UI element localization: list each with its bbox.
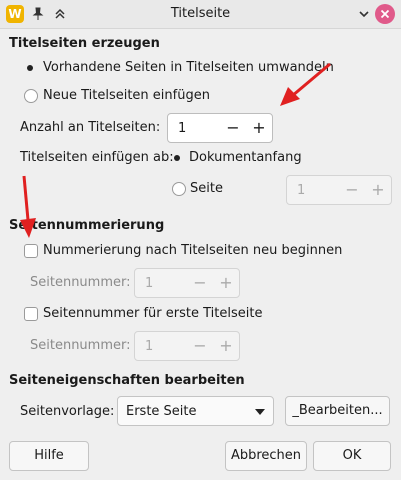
close-button[interactable]: [375, 4, 395, 24]
decrement-button[interactable]: −: [190, 336, 210, 356]
page-number-label-2: Seitennummer:: [30, 338, 131, 353]
title-bar: W Titelseite: [0, 0, 401, 29]
restart-numbering-label[interactable]: Nummerierung nach Titelseiten neu beginn…: [43, 243, 342, 258]
page-number-spinner-1[interactable]: 1 − +: [134, 268, 240, 298]
chevron-down-icon[interactable]: [356, 6, 372, 22]
decrement-button[interactable]: −: [223, 118, 243, 138]
page-number-value-1[interactable]: 1: [145, 276, 153, 291]
restart-numbering-checkbox[interactable]: [24, 244, 38, 258]
radio-insert-pages[interactable]: [24, 89, 38, 103]
edit-button[interactable]: _Bearbeiten...: [285, 396, 390, 426]
annotation-arrow-icon: [280, 62, 331, 106]
radio-page[interactable]: [172, 182, 186, 196]
radio-page-label[interactable]: Seite: [190, 181, 223, 196]
window-title: Titelseite: [170, 6, 231, 21]
page-number-value-2[interactable]: 1: [145, 339, 153, 354]
cancel-button[interactable]: Abbrechen: [225, 441, 307, 471]
first-title-page-number-checkbox[interactable]: [24, 307, 38, 321]
page-number-label-1: Seitennummer:: [30, 275, 131, 290]
insert-page-spinner[interactable]: 1 − +: [286, 175, 392, 205]
title-page-count-value[interactable]: 1: [178, 121, 186, 136]
insert-page-value[interactable]: 1: [297, 183, 305, 198]
increment-button[interactable]: +: [249, 118, 269, 138]
page-style-value[interactable]: Erste Seite: [126, 404, 197, 419]
section-create-title: Titelseiten erzeugen: [9, 36, 160, 51]
increment-button[interactable]: +: [216, 336, 236, 356]
increment-button[interactable]: +: [216, 273, 236, 293]
increment-button[interactable]: +: [368, 180, 388, 200]
radio-convert-pages[interactable]: [24, 62, 38, 76]
decrement-button[interactable]: −: [190, 273, 210, 293]
help-button[interactable]: Hilfe: [9, 441, 89, 471]
insert-at-label: Titelseiten einfügen ab:: [20, 150, 174, 165]
section-properties-title: Seiteneigenschaften bearbeiten: [9, 373, 245, 388]
annotation-arrow-icon: [20, 175, 36, 238]
radio-document-start-label[interactable]: Dokumentanfang: [189, 150, 302, 165]
first-title-page-number-label[interactable]: Seitennummer für erste Titelseite: [43, 306, 262, 321]
page-style-dropdown[interactable]: Erste Seite: [117, 396, 274, 426]
title-page-count-label: Anzahl an Titelseiten:: [20, 120, 161, 135]
close-icon: [380, 9, 390, 19]
ok-button[interactable]: OK: [313, 441, 391, 471]
title-page-count-spinner[interactable]: 1 − +: [167, 113, 273, 143]
decrement-button[interactable]: −: [342, 180, 362, 200]
page-number-spinner-2[interactable]: 1 − +: [134, 331, 240, 361]
page-style-label: Seitenvorlage:: [20, 404, 115, 419]
dropdown-arrow-icon: [255, 409, 265, 415]
radio-insert-pages-label[interactable]: Neue Titelseiten einfügen: [43, 88, 210, 103]
radio-document-start[interactable]: [171, 152, 185, 166]
